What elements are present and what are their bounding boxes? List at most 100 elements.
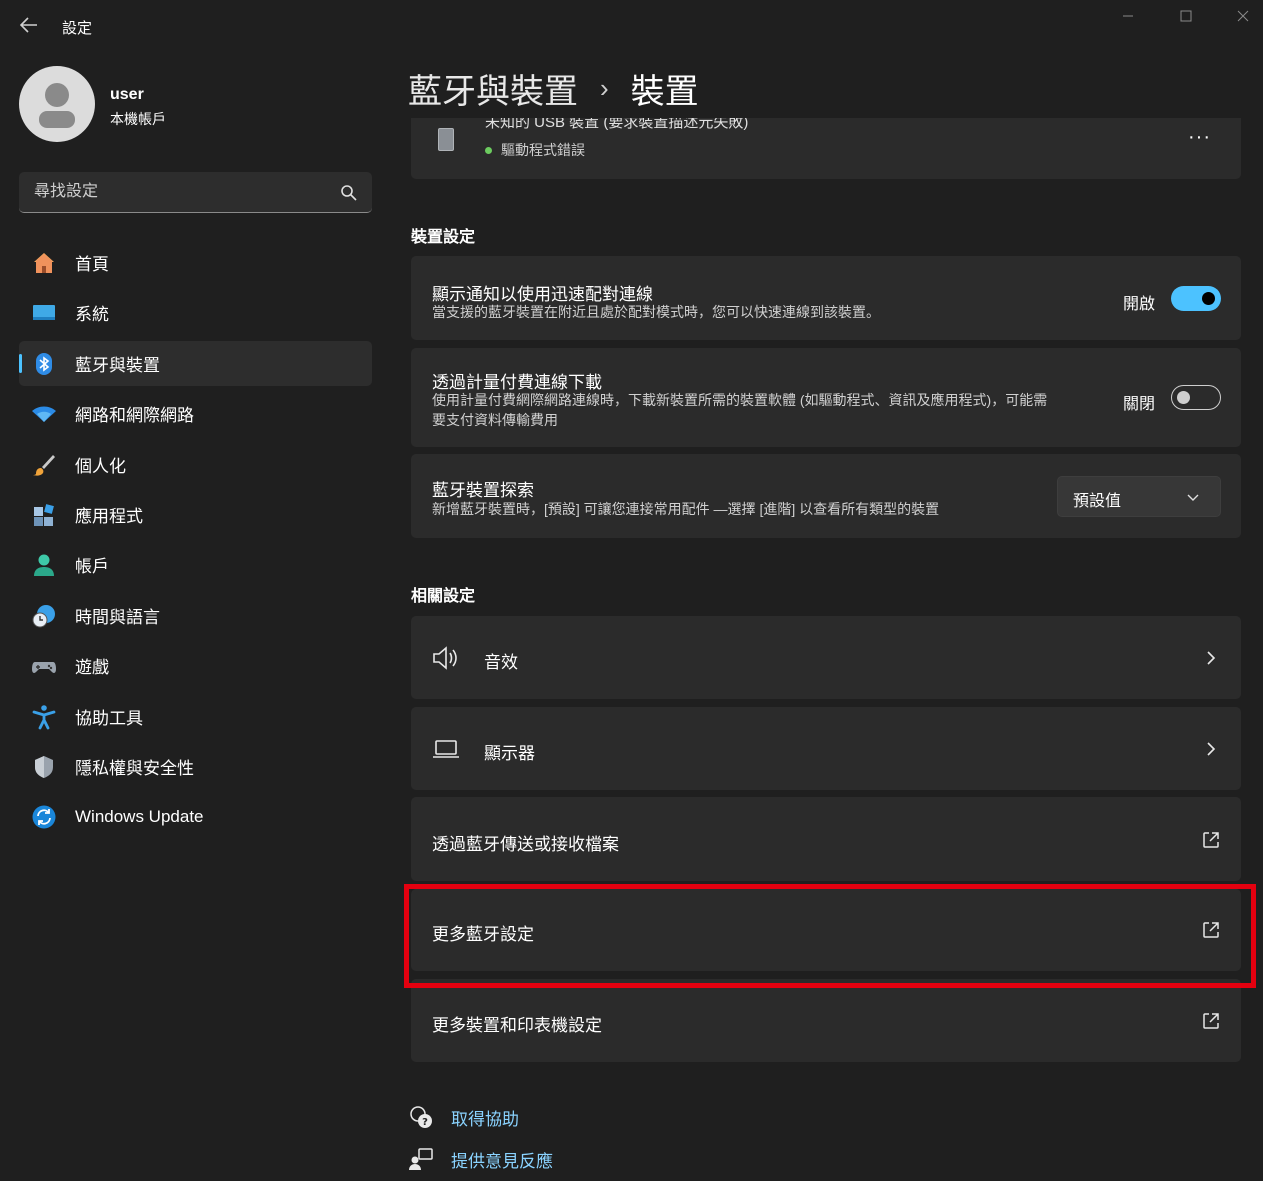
setting-description-line1: 使用計量付費網際網路連線時，下載新裝置所需的裝置軟體 (如驅動程式、資訊及應用程…: [432, 392, 1048, 408]
bluetooth-icon: [31, 351, 57, 377]
sidebar-item-label: 藍牙與裝置: [75, 355, 160, 375]
close-icon: [1237, 10, 1249, 22]
get-help-text: 取得協助: [451, 1109, 519, 1129]
chevron-right-icon: [1207, 742, 1216, 756]
related-more-devices-printers-row[interactable]: 更多裝置和印表機設定: [411, 979, 1241, 1062]
setting-description: 當支援的藍牙裝置在附近且處於配對模式時，您可以快速連線到該裝置。: [432, 304, 880, 320]
row-label: 透過藍牙傳送或接收檔案: [432, 835, 619, 854]
sidebar-item-system[interactable]: 系統: [19, 290, 372, 335]
highlight-annotation: [404, 884, 1256, 988]
chevron-down-icon: [1187, 494, 1199, 501]
status-dot-icon: [485, 146, 492, 154]
maximize-icon: [1180, 10, 1192, 22]
system-icon: [31, 300, 57, 326]
app-title: 設定: [62, 20, 93, 37]
usb-device-icon: [438, 128, 454, 151]
setting-swift-pair: 顯示通知以使用迅速配對連線 當支援的藍牙裝置在附近且處於配對模式時，您可以快速連…: [411, 256, 1241, 340]
feedback-icon: [408, 1146, 434, 1172]
sidebar-item-label: 首頁: [75, 255, 109, 274]
laptop-icon: [431, 734, 461, 764]
sidebar-item-label: 遊戲: [75, 658, 109, 678]
toggle-knob: [1202, 292, 1215, 305]
metered-download-toggle[interactable]: [1171, 385, 1221, 410]
related-send-receive-row[interactable]: 透過藍牙傳送或接收檔案: [411, 797, 1241, 881]
sidebar-item-accessibility[interactable]: 協助工具: [19, 694, 372, 739]
sidebar-item-privacy-security[interactable]: 隱私權與安全性: [19, 744, 372, 789]
get-help-link[interactable]: ? 取得協助: [408, 1104, 519, 1130]
sidebar-item-bluetooth-devices[interactable]: 藍牙與裝置: [19, 340, 372, 386]
setting-bluetooth-discovery: 藍牙裝置探索 新增藍牙裝置時，[預設] 可讓您連接常用配件 —選擇 [進階] 以…: [411, 454, 1241, 538]
sidebar-item-label: 協助工具: [75, 708, 143, 728]
home-icon: [31, 250, 57, 276]
external-link-icon: [1203, 832, 1219, 848]
row-label: 更多裝置和印表機設定: [432, 1016, 602, 1035]
back-button[interactable]: [14, 10, 44, 40]
shield-icon: [31, 754, 57, 780]
sidebar-item-label: 時間與語言: [75, 607, 160, 627]
discovery-dropdown[interactable]: 預設值: [1057, 476, 1221, 517]
usb-device-status-text: 驅動程式錯誤: [501, 142, 585, 158]
related-sound-row[interactable]: 音效: [411, 616, 1241, 699]
row-label: 顯示器: [484, 744, 535, 763]
sidebar-item-label: 隱私權與安全性: [75, 758, 194, 778]
toggle-state-label: 開啟: [1122, 296, 1155, 313]
windows-update-icon: [31, 804, 57, 830]
svg-text:?: ?: [422, 1117, 428, 1128]
search-input[interactable]: [19, 172, 329, 212]
apps-icon: [31, 502, 57, 528]
account-icon: [31, 552, 57, 578]
setting-metered-download: 透過計量付費連線下載 使用計量付費網際網路連線時，下載新裝置所需的裝置軟體 (如…: [411, 348, 1241, 447]
maximize-button[interactable]: [1166, 2, 1206, 30]
breadcrumb: 藍牙與裝置 › 裝置: [408, 64, 699, 113]
sidebar-item-label: Windows Update: [75, 806, 204, 826]
feedback-link[interactable]: 提供意見反應: [408, 1146, 553, 1172]
section-title-related-settings: 相關設定: [411, 588, 476, 605]
title-bar: 設定: [0, 0, 1263, 50]
back-arrow-icon: [20, 17, 37, 33]
sidebar-item-time-language[interactable]: 時間與語言: [19, 593, 372, 638]
breadcrumb-separator: ›: [600, 73, 609, 103]
search-icon[interactable]: [340, 184, 358, 202]
feedback-text: 提供意見反應: [451, 1151, 553, 1171]
sidebar-item-label: 應用程式: [75, 506, 143, 526]
section-title-device-settings: 裝置設定: [411, 229, 476, 246]
dropdown-selected-value: 預設值: [1073, 493, 1122, 510]
sidebar-item-home[interactable]: 首頁: [19, 240, 372, 285]
setting-description-line2: 要支付資料傳輸費用: [432, 412, 558, 428]
brush-icon: [31, 452, 57, 478]
chevron-right-icon: [1207, 651, 1216, 665]
avatar[interactable]: [19, 66, 95, 142]
search-box[interactable]: [19, 172, 372, 213]
sidebar-item-gaming[interactable]: 遊戲: [19, 643, 372, 688]
more-options-button[interactable]: ···: [1188, 126, 1211, 149]
related-display-row[interactable]: 顯示器: [411, 707, 1241, 790]
sidebar-item-personalization[interactable]: 個人化: [19, 442, 372, 487]
user-name: user: [110, 86, 144, 103]
external-link-icon: [1203, 1013, 1219, 1029]
sidebar-item-network[interactable]: 網路和網際網路: [19, 391, 372, 436]
sidebar-nav: 首頁 系統 藍牙與裝置 網路和網際網路 個人化 應用程式 帳戶 時間與語言 遊戲…: [19, 240, 372, 845]
account-type: 本機帳戶: [110, 111, 166, 127]
help-chat-icon: ?: [408, 1104, 434, 1130]
swift-pair-toggle[interactable]: [1171, 286, 1221, 311]
sidebar-item-label: 網路和網際網路: [75, 406, 194, 426]
minimize-icon: [1123, 15, 1133, 17]
usb-device-card[interactable]: 未知的 USB 裝置 (要求裝置描述元失敗) 驅動程式錯誤 ···: [411, 118, 1241, 179]
sidebar-item-windows-update[interactable]: Windows Update: [19, 794, 372, 839]
accessibility-icon: [31, 704, 57, 730]
sidebar-item-label: 帳戶: [75, 557, 109, 577]
row-label: 音效: [484, 653, 518, 672]
breadcrumb-parent[interactable]: 藍牙與裝置: [408, 64, 578, 113]
minimize-button[interactable]: [1108, 2, 1148, 30]
wifi-icon: [31, 401, 57, 427]
user-silhouette-icon: [39, 83, 75, 128]
close-button[interactable]: [1223, 2, 1263, 30]
page-title: 裝置: [630, 73, 699, 111]
setting-description: 新增藍牙裝置時，[預設] 可讓您連接常用配件 —選擇 [進階] 以查看所有類型的…: [432, 501, 940, 517]
sidebar-item-apps[interactable]: 應用程式: [19, 492, 372, 537]
toggle-knob: [1177, 390, 1190, 404]
sidebar-item-accounts[interactable]: 帳戶: [19, 542, 372, 587]
usb-device-name: 未知的 USB 裝置 (要求裝置描述元失敗): [485, 118, 749, 131]
toggle-state-label: 關閉: [1122, 396, 1155, 413]
sidebar-item-label: 個人化: [75, 456, 126, 476]
